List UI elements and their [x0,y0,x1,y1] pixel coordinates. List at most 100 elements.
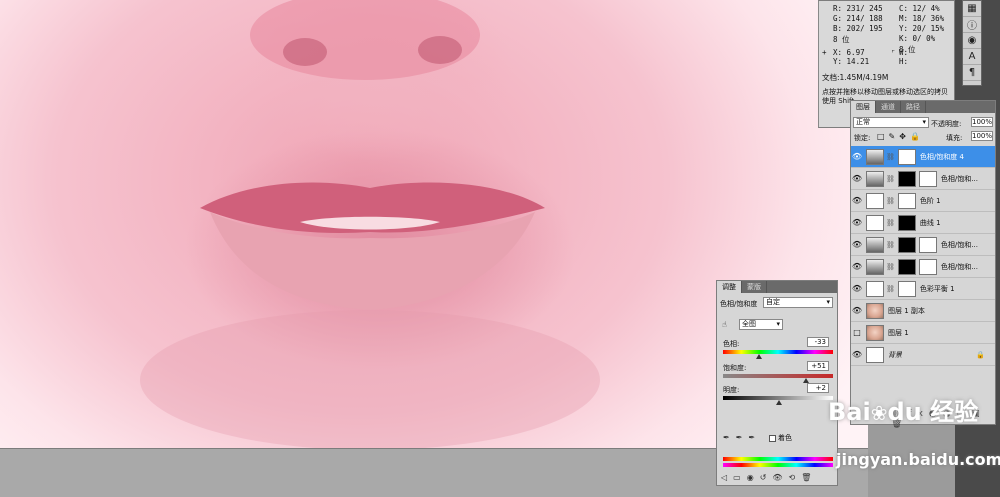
info-g-value: 214/ 188 [846,14,883,23]
chain-icon: ⛓ [886,196,895,205]
curves-thumb [866,214,884,231]
saturation-input[interactable]: +51 [807,361,829,371]
layer-row-levels[interactable]: 👁 ⛓ 色阶 1 [851,190,995,212]
colorize-checkbox[interactable]: 着色 [769,433,792,443]
visibility-eye-icon[interactable]: 👁 [851,262,863,271]
info-m-label: M: [899,14,909,23]
levels-thumb [866,192,884,209]
layer-thumb [866,324,884,341]
mask-thumb [897,280,916,297]
checkbox-box[interactable] [769,434,776,442]
eyedropper-icons[interactable]: ✒✒✒ [723,433,761,442]
adjustment-thumb [866,236,884,253]
mask-thumb [897,236,916,253]
hue-label: 色相: [723,340,740,348]
mini-toolbar: ▦ ⓘ ◉ A ¶ [962,0,982,86]
info-y2-value: 14.21 [846,57,870,66]
info-w-label: W: [899,48,909,57]
tab-masks[interactable]: 蒙版 [742,281,767,293]
fill-input[interactable]: 100% [971,131,993,141]
tab-layers[interactable]: 图层 [851,101,876,113]
layers-panel: 图层 通道 路径 正常 ▾ 不透明度: 100% 锁定: □✎✥🔒 填充: 100… [850,100,996,429]
hue-input[interactable]: -33 [807,337,829,347]
visibility-eye-icon[interactable]: 👁 [851,306,863,315]
layer-row-hue-sat-2[interactable]: 👁 ⛓ 色相/饱和... [851,234,995,256]
tab-channels[interactable]: 通道 [876,101,901,113]
visibility-eye-icon[interactable]: 👁 [851,152,863,161]
layer-name: 色彩平衡 1 [919,284,955,293]
right-nostril [418,36,462,64]
tab-adjustments[interactable]: 调整 [717,281,742,293]
paw-icon: ❀ [870,401,888,425]
paragraph-icon[interactable]: ¶ [963,65,981,81]
layer-row-background[interactable]: 👁 背景 🔒 [851,344,995,366]
layer-row-hue-sat-4[interactable]: 👁 ⛓ 色相/饱和度 4 [851,146,995,168]
left-nostril [283,38,327,66]
chain-icon: ⛓ [886,174,895,183]
layer-thumb [866,302,884,319]
color-bar-bottom [723,463,833,467]
mask-thumb [897,170,916,187]
info-doc-size: 文档:1.45M/4.19M [822,73,889,82]
info-r-value: 231/ 245 [846,4,883,13]
lightness-slider-handle[interactable] [776,400,782,405]
hue-slider-handle[interactable] [756,354,762,359]
layer-name: 图层 1 [888,328,909,337]
layer-thumb [866,346,884,363]
mask-thumb [897,258,916,275]
layer-row-curves[interactable]: 👁 ⛓ 曲线 1 [851,212,995,234]
layer-name: 色相/饱和... [940,174,978,183]
visibility-eye-icon[interactable]: 👁 [851,174,863,183]
visibility-eye-icon[interactable]: 👁 [851,350,863,359]
visibility-off-icon[interactable]: □ [851,328,863,337]
chain-icon: ⛓ [886,240,895,249]
layer-name: 图层 1 副本 [888,306,925,315]
layer-row-hue-sat-1[interactable]: 👁 ⛓ 色相/饱和... [851,256,995,278]
layer-row-color-balance[interactable]: 👁 ⛓ 色彩平衡 1 [851,278,995,300]
tab-paths[interactable]: 路径 [901,101,926,113]
info-c-value: 12/ 4% [912,4,940,13]
visibility-eye-icon[interactable]: 👁 [851,284,863,293]
character-icon[interactable]: A [963,49,981,65]
layer-row-hue-sat-3[interactable]: 👁 ⛓ 色相/饱和... [851,168,995,190]
adjustments-panel-tabs: 调整 蒙版 [717,281,837,293]
colorize-label: 着色 [778,434,792,442]
visibility-eye-icon[interactable]: 👁 [851,218,863,227]
layer-name: 色相/饱和... [940,262,978,271]
histogram-icon[interactable]: ▦ [963,1,981,17]
layer-name: 色阶 1 [919,196,941,205]
info-g-label: G: [833,14,843,23]
info-icon[interactable]: ⓘ [963,17,981,33]
opacity-input[interactable]: 100% [971,117,993,127]
target-adjust-icon[interactable]: ☝ [722,320,727,329]
info-k-value: 0/ 0% [912,34,936,43]
blend-mode-select[interactable]: 正常 ▾ [853,117,929,128]
lightness-input[interactable]: +2 [807,383,829,393]
info-y2-label: Y: [833,57,843,66]
layer-name: 背景 [888,350,902,359]
adjustment-thumb [866,258,884,275]
layer-row-layer1-copy[interactable]: 👁 图层 1 副本 [851,300,995,322]
chevron-down-icon: ▾ [776,320,780,328]
hue-slider-track[interactable] [723,350,833,354]
visibility-eye-icon[interactable]: 👁 [851,196,863,205]
chain-icon: ⛓ [886,152,895,161]
layer-name: 色相/饱和... [940,240,978,249]
info-m-value: 18/ 36% [912,14,945,23]
info-bit-depth-left: 8 位 [833,35,850,44]
chin-shadow [140,310,600,448]
layers-panel-tabs: 图层 通道 路径 [851,101,995,113]
adjustment-name: 色相/饱和度 [720,300,758,308]
saturation-slider-track[interactable] [723,374,833,378]
info-y-label: Y: [899,24,909,33]
layer-row-layer1[interactable]: □ 图层 1 [851,322,995,344]
channel-select[interactable]: 全图 ▾ [739,319,783,330]
preset-select[interactable]: 自定 ▾ [763,297,833,308]
preset-value: 自定 [766,298,780,306]
adjustments-footer-icons[interactable]: ◁▭◉↺👁⟲🗑 [721,473,817,482]
navigator-icon[interactable]: ◉ [963,33,981,49]
saturation-label: 饱和度: [723,364,747,372]
layer-name: 曲线 1 [919,218,941,227]
visibility-eye-icon[interactable]: 👁 [851,240,863,249]
lock-icons[interactable]: □✎✥🔒 [877,132,924,141]
